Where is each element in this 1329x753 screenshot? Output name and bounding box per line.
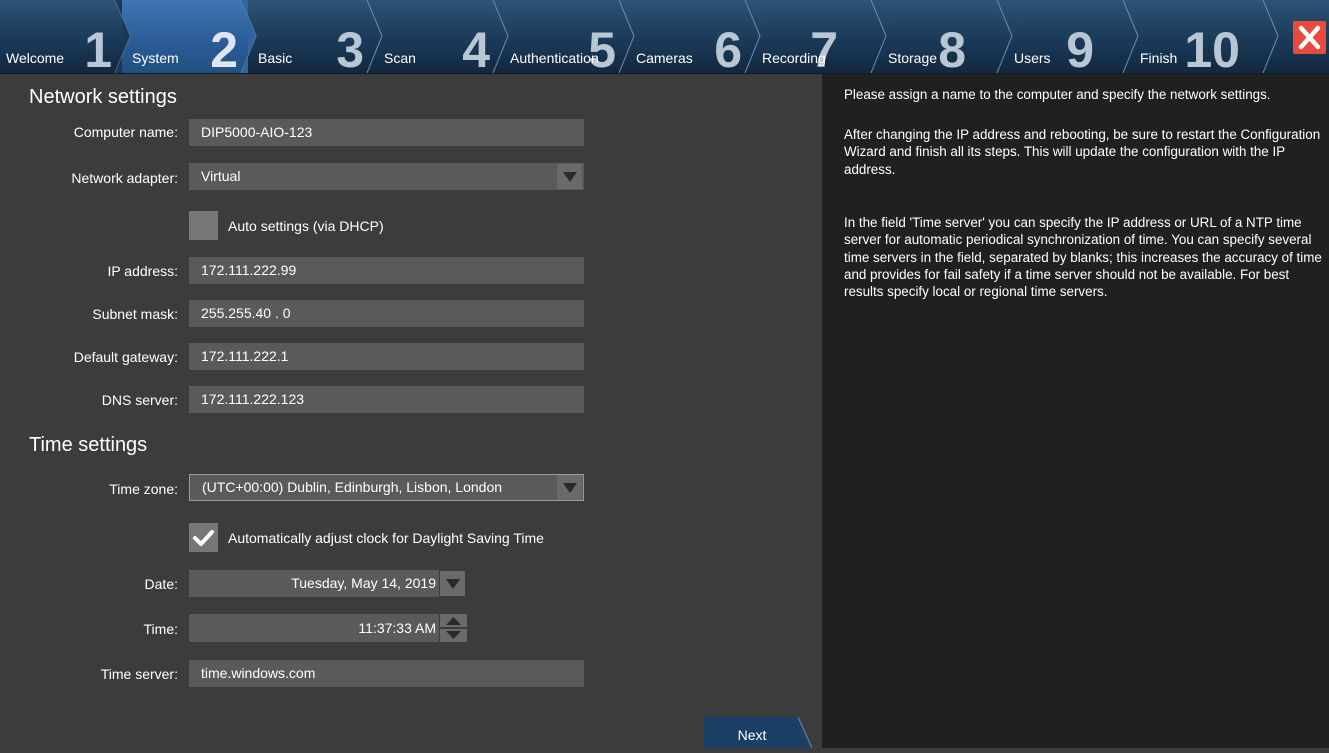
- time-label: Time:: [143, 621, 178, 637]
- checkmark-icon: [193, 530, 214, 546]
- time-zone-value: (UTC+00:00) Dublin, Edinburgh, Lisbon, L…: [202, 479, 503, 495]
- chevron-down-icon[interactable]: [557, 475, 582, 500]
- dhcp-label: Auto settings (via DHCP): [228, 218, 384, 234]
- computer-name-input[interactable]: DIP5000-AIO-123: [189, 119, 584, 146]
- time-server-input[interactable]: time.windows.com: [189, 660, 584, 687]
- help-panel: Please assign a name to the computer and…: [822, 74, 1329, 748]
- close-icon: [1298, 25, 1321, 50]
- help-time-server-text: In the field 'Time server' you can speci…: [844, 215, 1322, 300]
- ip-address-input[interactable]: 172.111.222.99: [189, 257, 584, 284]
- help-intro-text: Please assign a name to the computer and…: [844, 87, 1271, 102]
- dns-server-input[interactable]: 172.111.222.123: [189, 386, 584, 413]
- chevron-down-icon[interactable]: [440, 571, 465, 596]
- wizard-step-bar: 1 Welcome 2 System 3 Basic 4 Scan 5 Auth…: [0, 0, 1329, 75]
- subnet-mask-label: Subnet mask:: [92, 306, 178, 322]
- dns-server-label: DNS server:: [101, 392, 178, 408]
- next-button[interactable]: Next: [704, 717, 812, 748]
- time-zone-select[interactable]: (UTC+00:00) Dublin, Edinburgh, Lisbon, L…: [189, 474, 584, 501]
- network-adapter-label: Network adapter:: [71, 170, 178, 186]
- ip-address-label: IP address:: [107, 263, 178, 279]
- default-gateway-label: Default gateway:: [73, 349, 178, 365]
- network-adapter-select[interactable]: Virtual: [189, 163, 584, 190]
- time-settings-heading: Time settings: [29, 434, 148, 456]
- time-input[interactable]: 11:37:33 AM: [189, 614, 439, 642]
- network-settings-heading: Network settings: [29, 86, 177, 108]
- help-ip-text: After changing the IP address and reboot…: [844, 127, 1321, 177]
- up-down-icon[interactable]: [440, 614, 467, 642]
- default-gateway-input[interactable]: 172.111.222.1: [189, 343, 584, 370]
- time-server-label: Time server:: [100, 666, 178, 682]
- date-label: Date:: [144, 576, 178, 592]
- network-adapter-value: Virtual: [201, 168, 241, 184]
- subnet-mask-input[interactable]: 255.255.40 . 0: [189, 300, 584, 327]
- time-zone-label: Time zone:: [109, 481, 178, 497]
- dhcp-checkbox[interactable]: [189, 211, 218, 240]
- date-picker[interactable]: Tuesday, May 14, 2019: [189, 570, 439, 597]
- close-button[interactable]: [1293, 21, 1326, 54]
- dst-checkbox[interactable]: [189, 523, 218, 552]
- chevron-down-icon[interactable]: [557, 164, 582, 189]
- dst-label: Automatically adjust clock for Daylight …: [228, 530, 544, 546]
- computer-name-label: Computer name:: [73, 124, 178, 140]
- step-separators: [114, 0, 1279, 73]
